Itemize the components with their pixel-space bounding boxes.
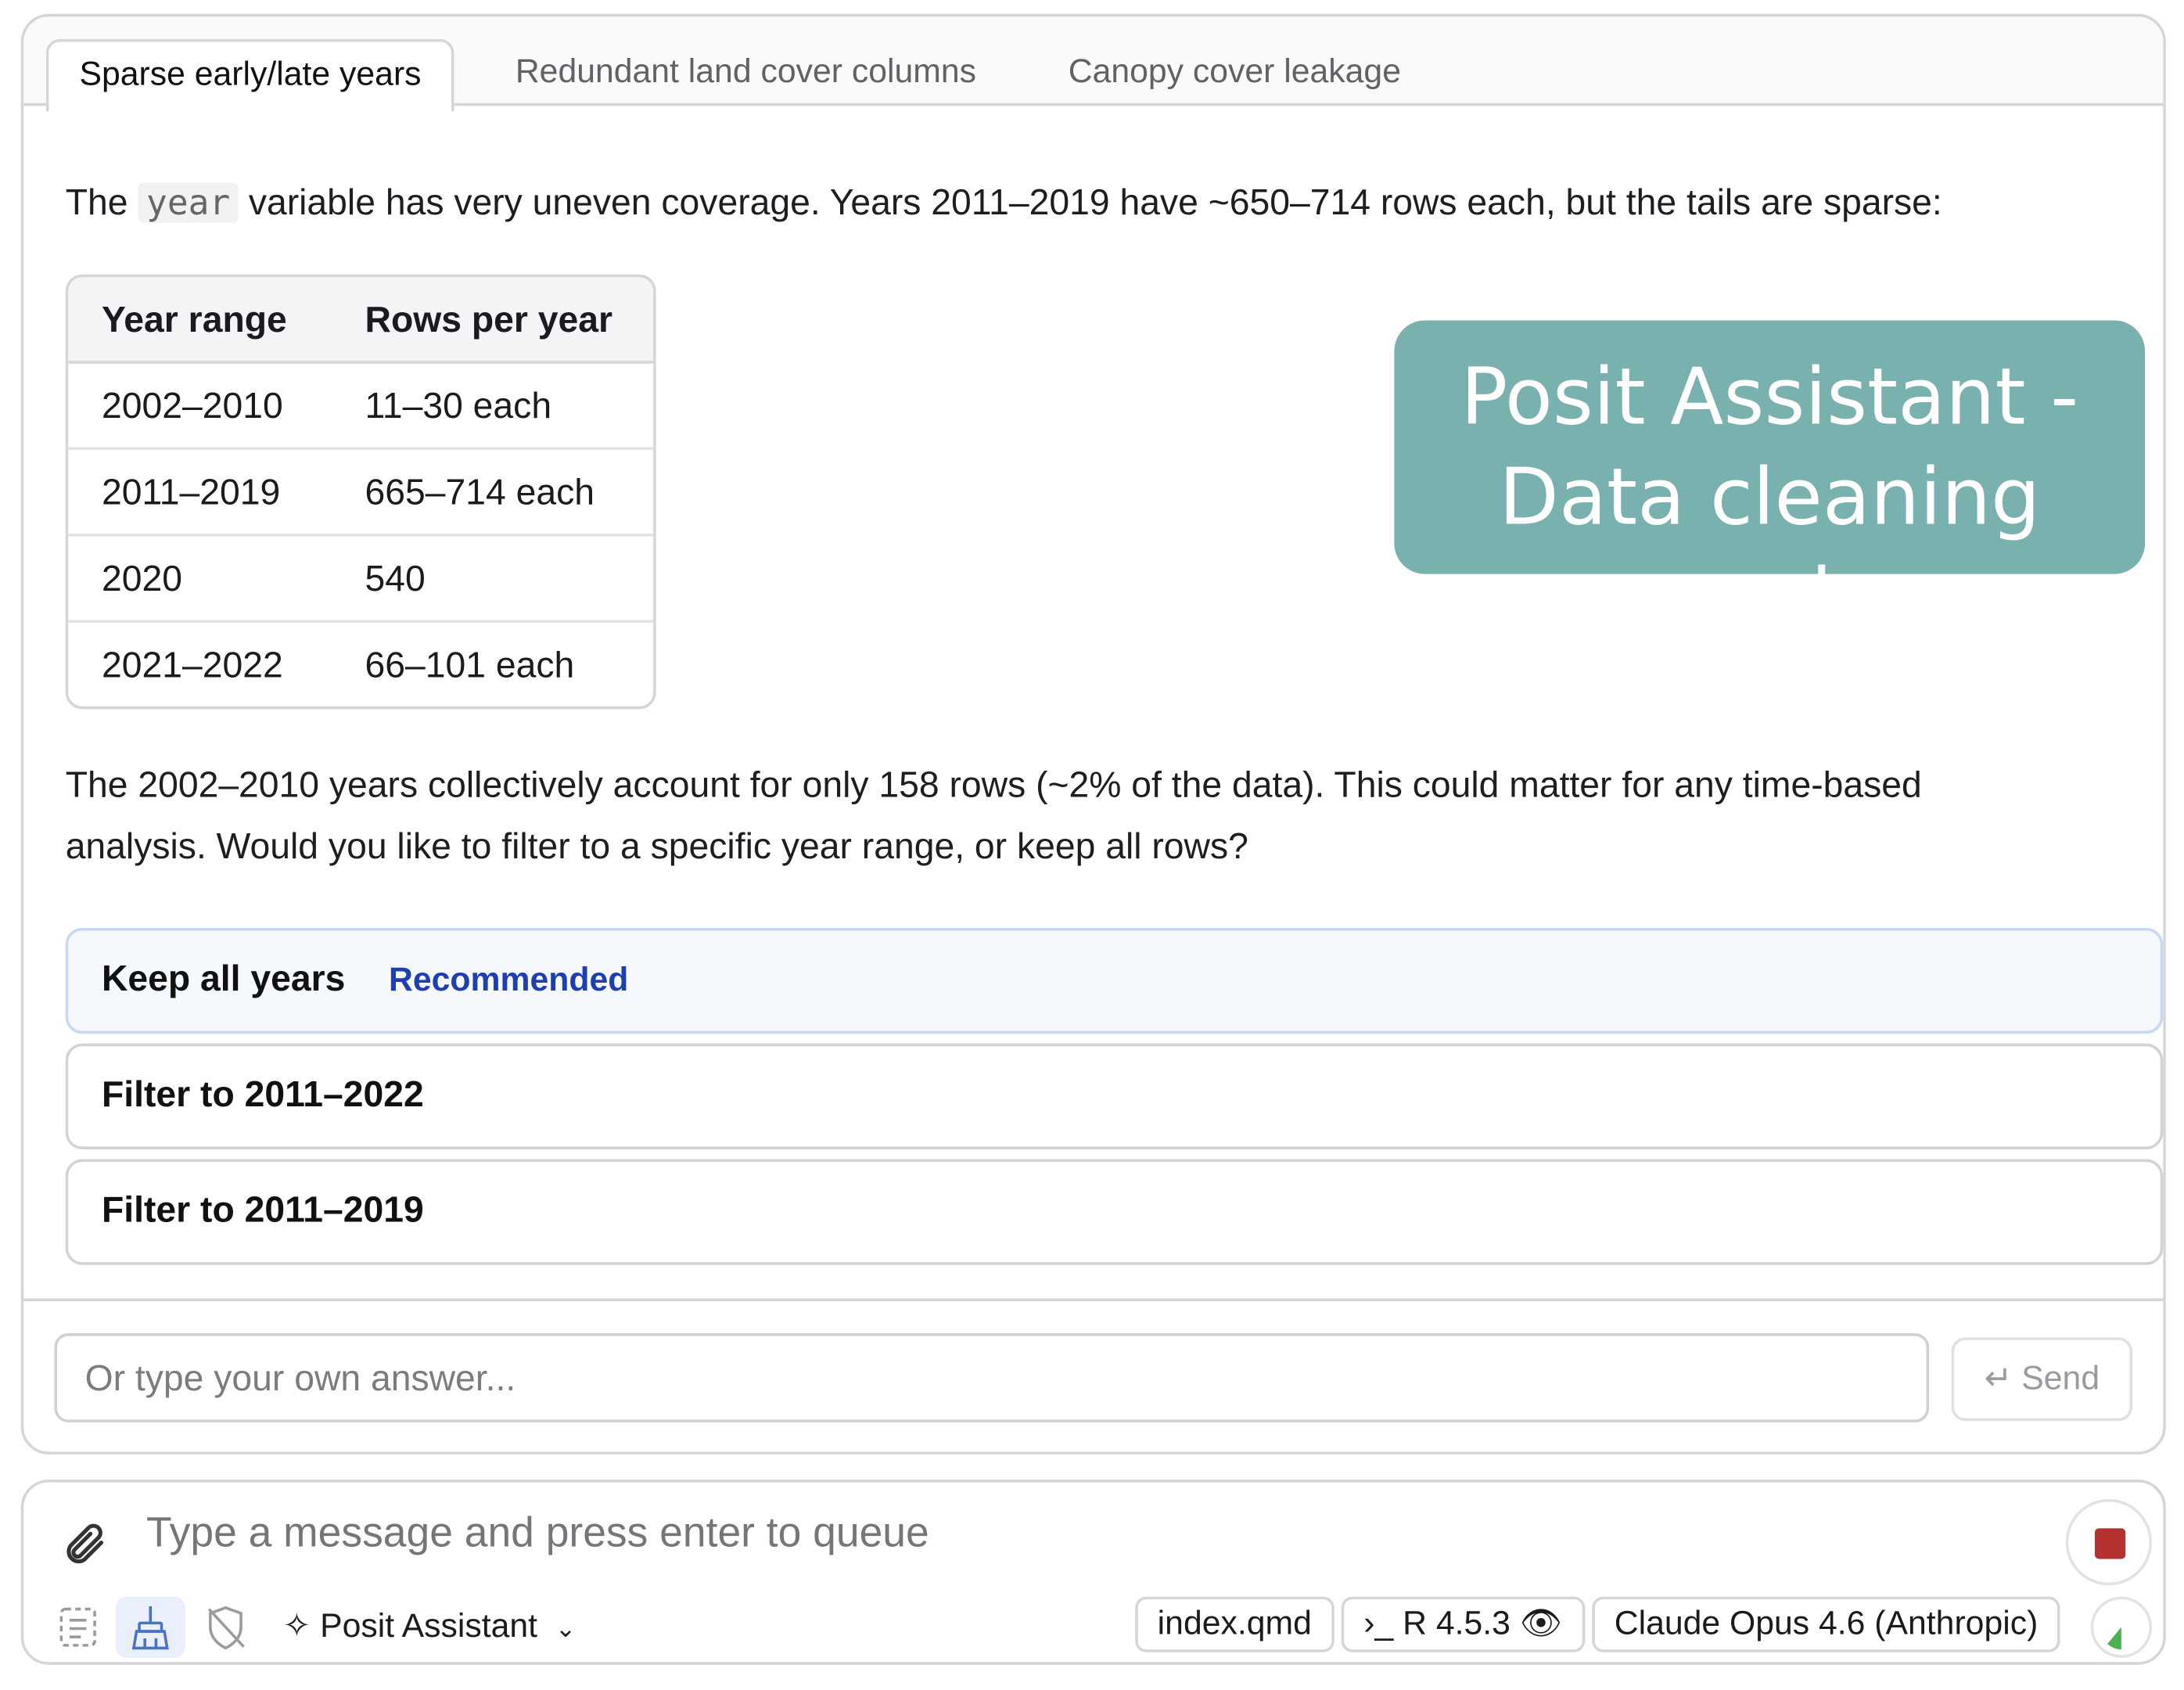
- year-range-table: Year range Rows per year 2002–2010 11–30…: [65, 274, 656, 710]
- assistant-selector[interactable]: ✧ Posit Assistant ⌄: [282, 1599, 576, 1655]
- terminal-icon: ›_: [1363, 1605, 1394, 1643]
- option-filter-2011-2019[interactable]: Filter to 2011–2019: [65, 1159, 2164, 1265]
- table-row: 2002–2010 11–30 each: [68, 364, 654, 451]
- tab-sparse-years[interactable]: Sparse early/late years: [45, 38, 455, 112]
- send-button[interactable]: ↵ Send: [1951, 1337, 2133, 1422]
- table-header-row: Year range Rows per year: [68, 277, 654, 364]
- table-cell: 540: [331, 537, 654, 623]
- option-filter-2011-2022[interactable]: Filter to 2011–2022: [65, 1043, 2164, 1149]
- divider: [23, 1298, 2164, 1302]
- recommended-badge: Recommended: [389, 961, 629, 999]
- shield-off-icon[interactable]: [191, 1597, 260, 1658]
- question-card: Sparse early/late years Redundant land c…: [20, 13, 2166, 1454]
- tab-bar: Sparse early/late years Redundant land c…: [23, 16, 2164, 112]
- option-keep-all-years[interactable]: Keep all years Recommended: [65, 927, 2164, 1034]
- code-year: year: [138, 182, 239, 223]
- mode-banner: Posit Assistant - Data cleaning mode: [1394, 320, 2146, 644]
- eye-icon: 👁: [1519, 1605, 1563, 1643]
- table-cell: 11–30 each: [331, 364, 654, 451]
- return-icon: ↵: [1984, 1359, 2013, 1397]
- table-cell: 2020: [68, 537, 332, 623]
- tab-canopy-leakage[interactable]: Canopy cover leakage: [1069, 39, 1401, 106]
- custom-answer-input[interactable]: Or type your own answer...: [54, 1333, 1930, 1422]
- chevron-down-icon: ⌄: [555, 1614, 577, 1643]
- tab-redundant-land-cover[interactable]: Redundant land cover columns: [515, 39, 976, 106]
- message-composer: Type a message and press enter to queue …: [20, 1479, 2166, 1665]
- broom-icon[interactable]: [115, 1596, 185, 1658]
- paperclip-icon[interactable]: [60, 1519, 108, 1569]
- summary-text: The 2002–2010 years collectively account…: [65, 763, 1922, 867]
- stop-button[interactable]: [2065, 1498, 2153, 1586]
- column-header: Rows per year: [331, 277, 654, 364]
- table-row: 2021–2022 66–101 each: [68, 623, 653, 707]
- table-cell: 66–101 each: [365, 642, 575, 685]
- column-header: Year range: [68, 277, 332, 364]
- table-row: 2020 540: [68, 537, 654, 623]
- runtime-pill[interactable]: ›_ R 4.5.3 👁: [1341, 1596, 1585, 1652]
- stop-icon: [2095, 1528, 2126, 1559]
- table-cell: 2021–2022: [101, 642, 283, 685]
- context-usage-icon[interactable]: [2090, 1596, 2153, 1658]
- intro-text: The year variable has very uneven covera…: [65, 181, 1942, 223]
- table-cell: 2011–2019: [68, 450, 332, 537]
- list-icon[interactable]: [43, 1597, 113, 1658]
- table-cell: 2002–2010: [68, 364, 332, 451]
- message-input[interactable]: Type a message and press enter to queue: [146, 1510, 929, 1558]
- sparkle-icon: ✧: [282, 1607, 311, 1645]
- model-pill[interactable]: Claude Opus 4.6 (Anthropic): [1592, 1596, 2060, 1652]
- table-row: 2011–2019 665–714 each: [68, 450, 654, 537]
- file-pill[interactable]: index.qmd: [1135, 1596, 1334, 1652]
- table-cell: 665–714 each: [331, 450, 654, 537]
